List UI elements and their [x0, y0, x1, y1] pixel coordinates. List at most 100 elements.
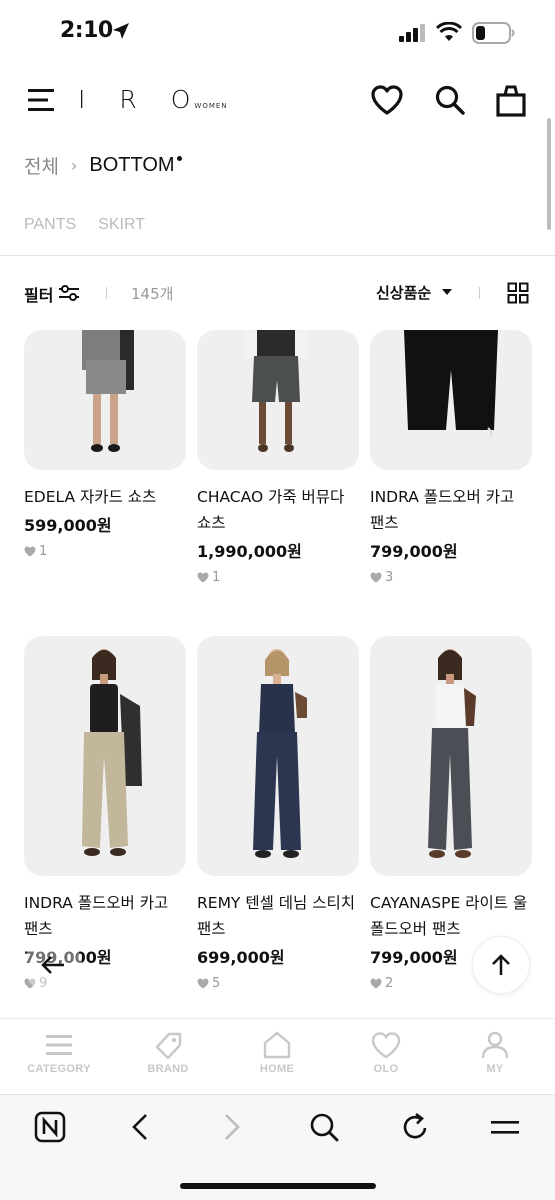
heart-icon[interactable] — [370, 572, 382, 583]
tab-home[interactable]: HOME — [227, 1031, 327, 1075]
product-name[interactable]: EDELA 자카드 쇼츠 — [24, 484, 186, 510]
search-icon[interactable] — [434, 84, 466, 116]
product-name[interactable]: CAYANASPE 라이트 울 폴드오버 팬츠 — [370, 890, 532, 942]
product-image[interactable] — [370, 636, 532, 876]
scrollbar[interactable] — [547, 118, 551, 230]
wifi-icon — [436, 22, 462, 41]
filter-bar: 필터 145개 신상품순 — [0, 276, 555, 310]
product-card[interactable]: EDELA 자카드 쇼츠 599,000원 1 — [24, 330, 186, 559]
breadcrumb: 전체 › BOTTOM — [24, 152, 182, 179]
grid-view-icon[interactable] — [507, 282, 529, 304]
like-count: 1 — [197, 570, 359, 585]
app-header: IRO WOMEN — [0, 70, 555, 132]
subcategory-pants[interactable]: PANTS — [24, 216, 76, 234]
logo-subtitle: WOMEN — [194, 102, 228, 110]
home-icon — [263, 1031, 291, 1059]
breadcrumb-current: BOTTOM — [89, 154, 175, 176]
like-count: 3 — [370, 570, 532, 585]
model-figure — [245, 330, 307, 452]
heart-icon[interactable] — [197, 978, 209, 989]
category-icon — [46, 1035, 72, 1055]
tab-label: MY — [486, 1063, 504, 1075]
model-figure — [253, 649, 307, 858]
product-name[interactable]: INDRA 폴드오버 카고 팬츠 — [24, 890, 186, 942]
product-price: 599,000원 — [24, 516, 112, 535]
divider — [0, 255, 555, 256]
product-price: 799,000원 — [370, 542, 458, 561]
product-name[interactable]: CHACAO 가죽 버뮤다 쇼츠 — [197, 484, 359, 536]
like-count-value: 5 — [212, 976, 221, 991]
separator — [106, 287, 107, 299]
filter-button[interactable]: 필터 — [24, 282, 53, 306]
status-bar: 2:10 — [0, 0, 555, 66]
back-icon[interactable] — [128, 1111, 152, 1143]
home-indicator — [180, 1183, 376, 1189]
like-count: 1 — [24, 544, 186, 559]
model-figure — [428, 649, 476, 858]
product-card[interactable]: INDRA 폴드오버 카고 팬츠 799,000원 3 — [370, 330, 532, 585]
product-image[interactable] — [197, 330, 359, 470]
subcategory-skirt[interactable]: SKIRT — [98, 216, 145, 234]
tab-label: CATEGORY — [27, 1063, 91, 1075]
caret-down-icon[interactable] — [442, 289, 452, 295]
chevron-right-icon: › — [70, 156, 78, 175]
product-image[interactable] — [370, 330, 532, 470]
tab-label: BRAND — [147, 1063, 189, 1075]
hamburger-menu-icon[interactable] — [26, 86, 56, 114]
product-card[interactable]: REMY 텐셀 데님 스티치 팬츠 699,000원 5 — [197, 636, 359, 991]
tab-brand[interactable]: BRAND — [118, 1031, 218, 1075]
breadcrumb-root[interactable]: 전체 — [24, 152, 59, 179]
model-figure — [82, 330, 134, 452]
status-time: 2:10 — [60, 18, 113, 43]
heart-icon[interactable] — [370, 978, 382, 989]
pants-flatlay — [404, 330, 498, 437]
bottom-tab-bar: CATEGORY BRAND HOME OLO MY — [0, 1018, 555, 1094]
product-image[interactable] — [24, 330, 186, 470]
product-image[interactable] — [24, 636, 186, 876]
product-price: 1,990,000원 — [197, 542, 302, 561]
n-logo-icon[interactable] — [34, 1111, 66, 1143]
cellular-signal-icon — [399, 24, 425, 42]
new-dot-indicator — [176, 156, 182, 161]
product-price: 699,000원 — [197, 948, 285, 967]
tab-my[interactable]: MY — [445, 1031, 545, 1075]
separator — [479, 287, 480, 299]
heart-icon — [371, 1032, 401, 1059]
scroll-to-top-button[interactable] — [472, 936, 530, 994]
filter-sliders-icon[interactable] — [58, 284, 80, 302]
like-count: 5 — [197, 976, 359, 991]
brand-logo[interactable]: IRO WOMEN — [78, 86, 228, 114]
tab-label: HOME — [259, 1063, 295, 1075]
product-name[interactable]: INDRA 폴드오버 카고 팬츠 — [370, 484, 532, 536]
heart-icon[interactable] — [24, 546, 36, 557]
product-count: 145개 — [131, 285, 174, 303]
tab-label: OLO — [373, 1063, 399, 1075]
like-count-value: 1 — [212, 570, 221, 585]
search-icon[interactable] — [308, 1111, 340, 1143]
tag-icon — [155, 1032, 182, 1059]
sort-dropdown[interactable]: 신상품순 — [376, 282, 431, 303]
back-float-button[interactable] — [24, 936, 82, 994]
arrow-up-icon — [492, 954, 510, 975]
model-figure — [82, 649, 142, 856]
menu-icon[interactable] — [489, 1111, 521, 1143]
product-card[interactable]: CHACAO 가죽 버뮤다 쇼츠 1,990,000원 1 — [197, 330, 359, 585]
heart-icon[interactable] — [370, 84, 404, 116]
battery-icon — [472, 22, 515, 44]
person-icon — [481, 1031, 509, 1059]
forward-icon[interactable] — [220, 1111, 244, 1143]
product-image[interactable] — [197, 636, 359, 876]
like-count-value: 1 — [39, 544, 48, 559]
like-count-value: 3 — [385, 570, 394, 585]
tab-category[interactable]: CATEGORY — [9, 1031, 109, 1075]
like-count-value: 2 — [385, 976, 394, 991]
arrow-left-icon — [41, 956, 64, 974]
refresh-icon[interactable] — [400, 1111, 430, 1143]
shopping-bag-icon[interactable] — [495, 84, 527, 118]
subcategory-tabs: PANTS SKIRT — [24, 216, 145, 234]
location-arrow-icon — [113, 23, 129, 39]
product-grid: EDELA 자카드 쇼츠 599,000원 1 CHACAO 가죽 버뮤다 쇼츠… — [0, 330, 555, 1018]
tab-olo[interactable]: OLO — [336, 1031, 436, 1075]
product-name[interactable]: REMY 텐셀 데님 스티치 팬츠 — [197, 890, 359, 942]
heart-icon[interactable] — [197, 572, 209, 583]
